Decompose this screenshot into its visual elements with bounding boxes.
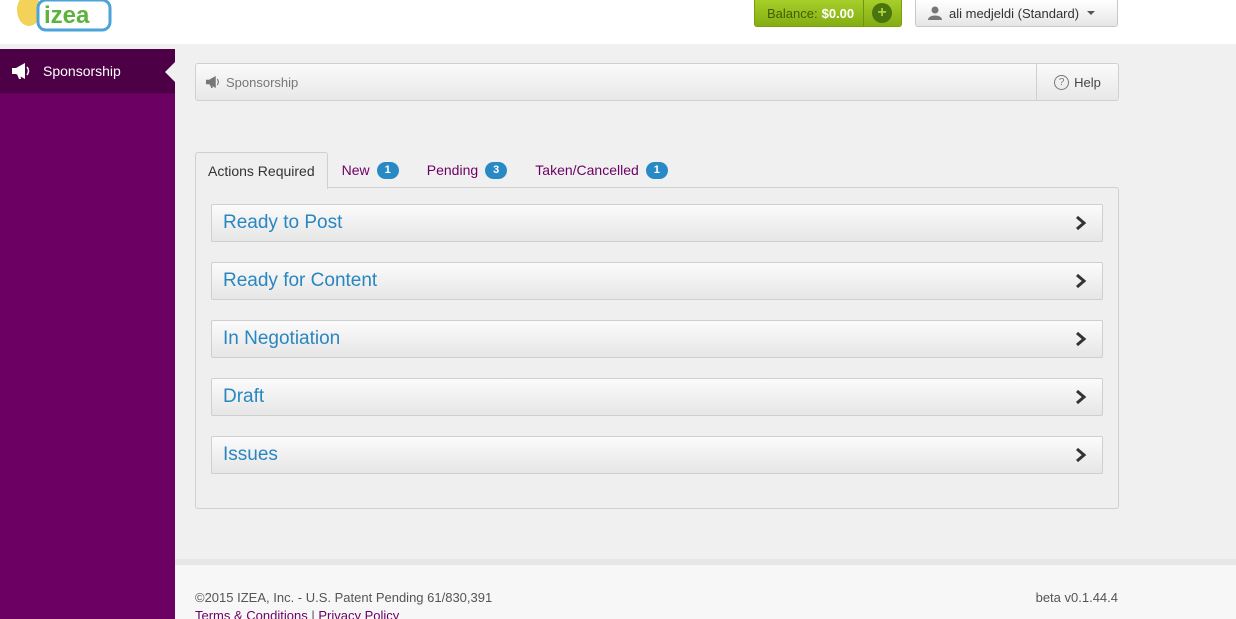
footer-separator: | — [311, 608, 315, 619]
breadcrumb-item: Sponsorship — [206, 64, 298, 100]
sidebar-item-label: Sponsorship — [43, 63, 121, 79]
privacy-link[interactable]: Privacy Policy — [318, 608, 399, 619]
active-indicator — [165, 62, 175, 82]
tab-label: Pending — [426, 162, 479, 178]
count-badge: 1 — [645, 161, 668, 179]
question-icon: ? — [1054, 74, 1070, 90]
balance-button[interactable]: Balance: $0.00 + — [754, 0, 902, 27]
chevron-right-icon — [1076, 215, 1087, 231]
tab-label: Taken/Cancelled — [535, 162, 639, 178]
user-menu-button[interactable]: ali medjeldi (Standard) — [915, 0, 1118, 27]
breadcrumb: Sponsorship ? Help — [195, 63, 1119, 101]
copyright-text: ©2015 IZEA, Inc. - U.S. Patent Pending 6… — [195, 590, 493, 605]
footer-links: Terms & Conditions | Privacy Policy — [195, 608, 399, 619]
balance-divider — [863, 0, 864, 26]
actions-panel: Ready to Post Ready for Content In Negot… — [195, 187, 1119, 509]
count-badge: 1 — [376, 161, 399, 179]
user-label: ali medjeldi (Standard) — [949, 5, 1080, 21]
tab-taken-cancelled[interactable]: Taken/Cancelled 1 — [521, 152, 682, 188]
chevron-down-icon — [1087, 11, 1096, 15]
logo-text: izea — [44, 2, 90, 29]
page-title: Sponsorship — [226, 74, 299, 90]
chevron-right-icon — [1076, 447, 1087, 463]
megaphone-icon — [12, 63, 30, 79]
chevron-right-icon — [1076, 273, 1087, 289]
section-label: Ready for Content — [223, 270, 378, 291]
section-label: Draft — [223, 386, 265, 407]
tab-bar: Actions Required New 1 Pending 3 Taken/C… — [195, 152, 682, 189]
add-funds-icon[interactable]: + — [872, 3, 892, 23]
tab-new[interactable]: New 1 — [328, 152, 413, 188]
chevron-right-icon — [1076, 389, 1087, 405]
sidebar: Sponsorship — [0, 49, 175, 619]
sidebar-item-sponsorship[interactable]: Sponsorship — [0, 49, 175, 94]
megaphone-icon — [206, 76, 219, 88]
izea-logo[interactable]: izea — [12, 0, 112, 33]
tab-actions-required[interactable]: Actions Required — [195, 152, 328, 189]
user-icon — [928, 6, 942, 20]
help-label: Help — [1074, 74, 1101, 90]
section-label: Issues — [223, 444, 278, 465]
version-text: beta v0.1.44.4 — [1035, 590, 1118, 605]
balance-label: Balance: — [767, 5, 818, 21]
balance-amount: $0.00 — [821, 5, 855, 21]
tab-label: New — [341, 162, 370, 178]
count-badge: 3 — [485, 161, 508, 179]
section-in-negotiation[interactable]: In Negotiation — [211, 320, 1103, 358]
top-header: izea Balance: $0.00 + ali medjeldi (Stan… — [0, 0, 1236, 44]
section-label: Ready to Post — [223, 212, 343, 233]
chevron-right-icon — [1076, 331, 1087, 347]
section-ready-for-content[interactable]: Ready for Content — [211, 262, 1103, 300]
tab-label: Actions Required — [208, 163, 315, 179]
footer: ©2015 IZEA, Inc. - U.S. Patent Pending 6… — [175, 565, 1236, 619]
section-issues[interactable]: Issues — [211, 436, 1103, 474]
terms-link[interactable]: Terms & Conditions — [195, 608, 308, 619]
tab-pending[interactable]: Pending 3 — [413, 152, 522, 188]
section-draft[interactable]: Draft — [211, 378, 1103, 416]
section-ready-to-post[interactable]: Ready to Post — [211, 204, 1103, 242]
help-button[interactable]: ? Help — [1036, 64, 1118, 100]
section-label: In Negotiation — [223, 328, 341, 349]
